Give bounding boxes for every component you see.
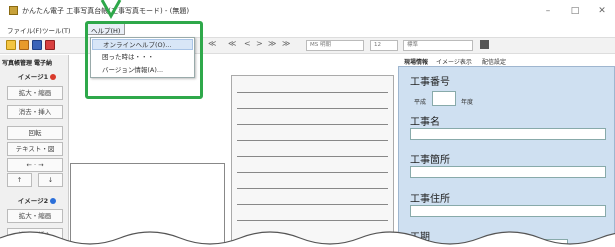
move-down-button[interactable]: ↓ <box>38 173 63 187</box>
toolbar-nav-next-page[interactable]: ≫ <box>268 39 276 48</box>
project-name-label: 工事名 <box>410 117 440 128</box>
tab-site-info[interactable]: 現場情報 <box>404 57 428 66</box>
toolbar-nav-prev-page[interactable]: ≪ <box>228 39 236 48</box>
note-line <box>237 204 388 205</box>
right-tab-strip <box>399 55 615 66</box>
app-icon <box>9 6 18 15</box>
minimize-button[interactable]: – <box>540 5 556 17</box>
image1-title: イメージ1 <box>17 73 49 81</box>
red-dot-icon <box>50 74 57 80</box>
save-icon[interactable] <box>32 40 42 50</box>
font-size-select[interactable]: 12 <box>370 40 398 51</box>
location-input[interactable] <box>410 166 606 178</box>
open-folder-icon[interactable] <box>19 40 29 50</box>
image2-title: イメージ2 <box>17 197 49 205</box>
zoom-button-1[interactable]: 拡大・縮画 <box>7 86 63 100</box>
project-name-input[interactable] <box>410 128 606 140</box>
highlight-box <box>85 21 203 99</box>
move-horizontal-button[interactable]: ← · → <box>7 158 63 172</box>
torn-edge <box>0 231 615 247</box>
address-input[interactable] <box>410 205 606 217</box>
address-label: 工事住所 <box>410 194 450 205</box>
note-line <box>237 108 388 109</box>
era-label: 平成 <box>414 99 427 106</box>
new-file-icon[interactable] <box>6 40 16 50</box>
zoom-button-2[interactable]: 拡大・縮画 <box>7 209 63 223</box>
project-number-label: 工事番号 <box>410 77 450 88</box>
location-label: 工事箇所 <box>410 155 450 166</box>
year-label: 年度 <box>461 99 474 106</box>
print-icon[interactable] <box>45 40 55 50</box>
toolbar-nav-prev[interactable]: < <box>244 39 251 48</box>
rotate-button[interactable]: 回転 <box>7 126 63 140</box>
font-style-select[interactable]: 標準 <box>403 40 473 51</box>
erase-insert-button-1[interactable]: 消去・挿入 <box>7 105 63 119</box>
menu-file[interactable]: ファイル(F) <box>7 25 42 35</box>
note-line <box>237 220 388 221</box>
blue-dot-icon <box>50 198 57 204</box>
tab-electronic[interactable]: 電子納 <box>34 58 68 67</box>
notes-area[interactable] <box>231 75 394 247</box>
toolbar-nav-first[interactable]: ≪ <box>208 39 216 48</box>
close-button[interactable]: ✕ <box>594 5 610 17</box>
menu-tools[interactable]: ツール(T) <box>42 25 80 35</box>
note-line <box>237 140 388 141</box>
note-line <box>237 124 388 125</box>
app-window: かんたん電子 工事写真台帳(工事写真モード) - (無題) – □ ✕ ファイル… <box>0 0 615 247</box>
note-line <box>237 172 388 173</box>
year-input[interactable] <box>432 91 456 106</box>
text-figure-button[interactable]: テキスト・図 <box>7 142 63 156</box>
maximize-button[interactable]: □ <box>567 5 583 17</box>
pointer-arrow-icon <box>100 0 122 20</box>
note-line <box>237 156 388 157</box>
move-up-button[interactable]: ↑ <box>7 173 32 187</box>
tab-delivery-settings[interactable]: 配信設定 <box>482 57 506 66</box>
image2-header: イメージ2 <box>8 195 66 205</box>
note-line <box>237 92 388 93</box>
font-select[interactable]: MS 明朝 <box>306 40 364 51</box>
tab-image-display[interactable]: イメージ表示 <box>436 57 472 66</box>
note-line <box>237 188 388 189</box>
text-color-swatch[interactable] <box>480 40 489 49</box>
image1-header: イメージ1 <box>8 71 66 81</box>
toolbar-nav-last[interactable]: ≫ <box>282 39 290 48</box>
tab-photo-album[interactable]: 写真帳管理 <box>2 58 32 67</box>
toolbar-nav-next[interactable]: > <box>256 39 263 48</box>
